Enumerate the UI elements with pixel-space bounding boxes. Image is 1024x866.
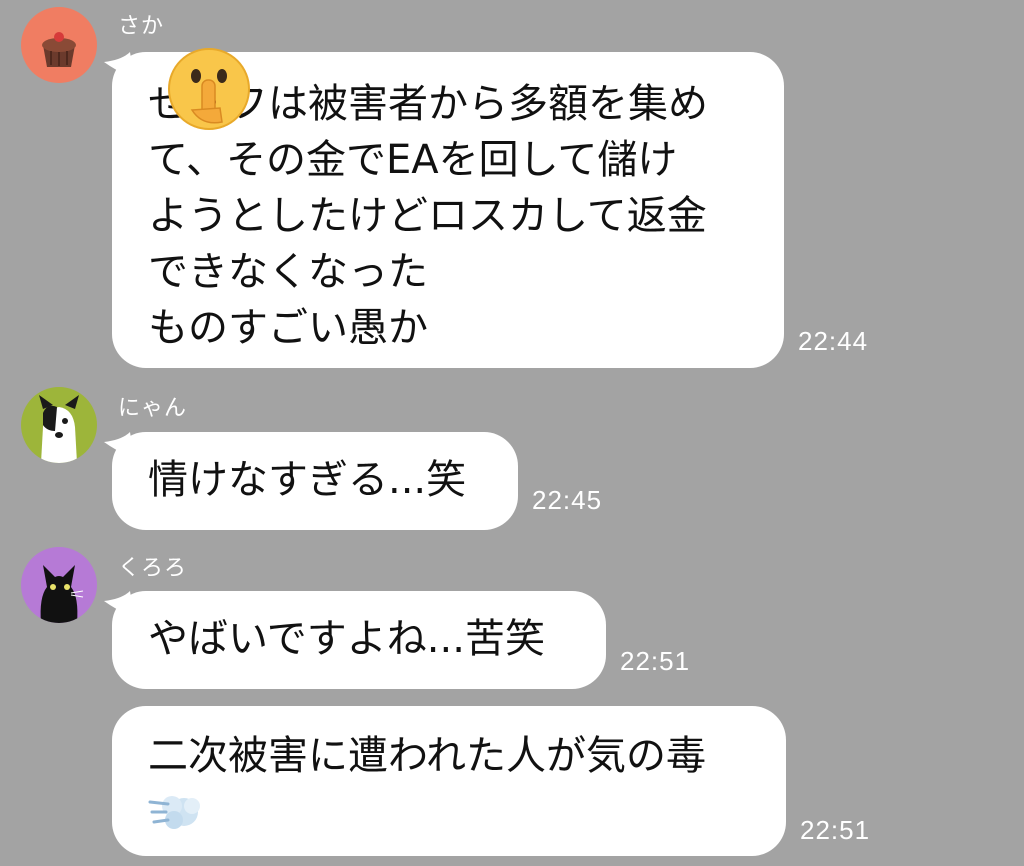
- sender-name: さか: [118, 14, 165, 39]
- sender-name: くろろ: [118, 556, 188, 581]
- message-timestamp: 22:45: [532, 485, 603, 515]
- message-bubble[interactable]: 情けなすぎる...笑: [112, 432, 518, 530]
- message-timestamp: 22:51: [800, 815, 871, 845]
- sender-name: にゃん: [118, 396, 188, 421]
- message-bubble[interactable]: やばいですよね...苦笑: [112, 591, 606, 689]
- message-text-line: 情けなすぎる...笑: [148, 457, 467, 503]
- shushing-face-icon: [168, 48, 250, 130]
- dog-avatar-icon: [21, 387, 97, 463]
- cake-avatar-icon: [21, 7, 97, 83]
- avatar-saka[interactable]: [21, 7, 97, 83]
- dash-symbol-icon: [148, 796, 200, 829]
- message-text-line: ようとしたけどロスカして返金: [148, 193, 707, 239]
- avatar-kuroro[interactable]: [21, 547, 97, 623]
- message-text-line: 二次被害に遭われた人が気の毒: [148, 733, 706, 779]
- message-text-line: ものすごい愚か: [148, 305, 428, 351]
- avatar-nyan[interactable]: [21, 387, 97, 463]
- cat-avatar-icon: [21, 547, 97, 623]
- message-text-line: やばいですよね...苦笑: [148, 616, 545, 662]
- message-text-line: できなくなった: [148, 249, 428, 295]
- message-timestamp: 22:51: [620, 646, 691, 676]
- message-bubble[interactable]: 二次被害に遭われた人が気の毒: [112, 706, 786, 856]
- message-timestamp: 22:44: [798, 326, 869, 356]
- message-text-line: て、その金でEAを回して儲け: [148, 137, 678, 183]
